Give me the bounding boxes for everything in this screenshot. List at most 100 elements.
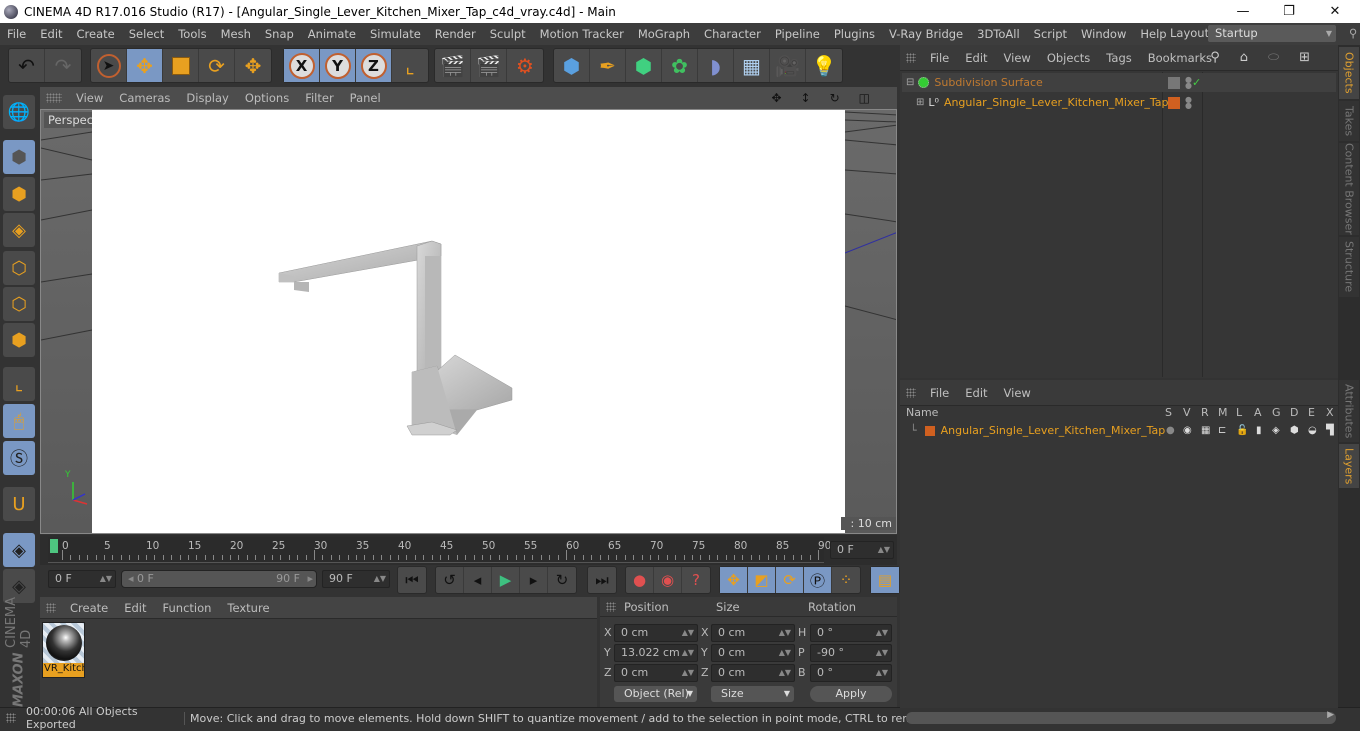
render-picture-viewer-icon[interactable]: 🎬: [471, 49, 507, 82]
view-eye-icon[interactable]: ◉: [1183, 425, 1192, 436]
object-name[interactable]: Subdivision Surface: [934, 76, 1042, 89]
deformer-bend-icon[interactable]: ◗: [698, 49, 734, 82]
menu-vray-bridge[interactable]: V-Ray Bridge: [882, 27, 970, 41]
visibility-dots-icon[interactable]: ● ●: [1185, 95, 1192, 109]
edges-mode-icon[interactable]: ⬡: [3, 287, 35, 321]
menu-create[interactable]: Create: [70, 27, 122, 41]
play-icon[interactable]: ▶: [492, 567, 520, 593]
texture-mode-icon[interactable]: ⬢: [3, 177, 35, 211]
subdivision-surface-icon[interactable]: ⬢: [626, 49, 662, 82]
object-name[interactable]: Angular_Single_Lever_Kitchen_Mixer_Tap: [944, 96, 1169, 109]
move-tool-icon[interactable]: ✥: [127, 49, 163, 82]
menu-mesh[interactable]: Mesh: [214, 27, 258, 41]
generator-icon[interactable]: ◈: [1272, 425, 1280, 436]
viewport-menu-options[interactable]: Options: [237, 91, 297, 105]
key-parameter-icon[interactable]: Ⓟ: [804, 567, 832, 593]
layer-tag-icon[interactable]: [1168, 76, 1180, 89]
manager-icon[interactable]: ⊏: [1218, 425, 1226, 436]
menu-select[interactable]: Select: [122, 27, 171, 41]
search-icon[interactable]: ⚲: [1342, 26, 1360, 40]
enabled-check-icon[interactable]: ✓: [1192, 76, 1201, 89]
search-icon[interactable]: ⚲: [1202, 50, 1232, 65]
menu-script[interactable]: Script: [1027, 27, 1074, 41]
collapse-icon[interactable]: ⊟: [906, 77, 914, 88]
layer-menu-file[interactable]: File: [922, 386, 957, 400]
home-icon[interactable]: ⌂: [1232, 50, 1260, 65]
menu-window[interactable]: Window: [1074, 27, 1133, 41]
obj-menu-edit[interactable]: Edit: [957, 51, 995, 65]
animation-icon[interactable]: ▮: [1256, 425, 1262, 436]
timeline-playhead[interactable]: [50, 539, 58, 553]
menu-motion-tracker[interactable]: Motion Tracker: [533, 27, 631, 41]
object-row[interactable]: ⊟ Subdivision Surface ● ● ✓: [902, 73, 1336, 92]
obj-menu-objects[interactable]: Objects: [1039, 51, 1098, 65]
camera-icon[interactable]: 🎥: [770, 49, 806, 82]
keyframe-selection-icon[interactable]: ?: [682, 567, 710, 593]
col-generators[interactable]: G: [1272, 406, 1281, 419]
make-editable-icon[interactable]: 🌐: [3, 95, 35, 129]
menu-tools[interactable]: Tools: [171, 27, 213, 41]
viewport-menu-display[interactable]: Display: [178, 91, 236, 105]
layer-row[interactable]: └ Angular_Single_Lever_Kitchen_Mixer_Tap…: [900, 422, 1338, 439]
scroll-right-arrow-icon[interactable]: ▶: [1327, 710, 1334, 720]
workplane-mode-icon[interactable]: ◈: [3, 213, 35, 247]
deformer-icon[interactable]: ⬢: [1290, 425, 1299, 436]
tab-layers[interactable]: Layers: [1339, 444, 1359, 488]
model-mode-icon[interactable]: ⬢: [3, 140, 35, 174]
obj-menu-view[interactable]: View: [996, 51, 1039, 65]
col-deformers[interactable]: D: [1290, 406, 1298, 419]
scale-tool-icon[interactable]: [163, 49, 199, 82]
menu-animate[interactable]: Animate: [301, 27, 363, 41]
col-view[interactable]: V: [1183, 406, 1191, 419]
timeline-ruler[interactable]: 0 5 10 15 20 25 30 35 40 45 50 55 60 65 70 75 80 85 90: [48, 537, 831, 563]
expression-icon[interactable]: ◒: [1308, 425, 1317, 436]
polygons-mode-icon[interactable]: ⬢: [3, 323, 35, 357]
viewport-menu-cameras[interactable]: Cameras: [111, 91, 178, 105]
layer-name[interactable]: Angular_Single_Lever_Kitchen_Mixer_Tap: [941, 424, 1166, 437]
next-frame-icon[interactable]: ▸: [520, 567, 548, 593]
tab-takes[interactable]: Takes: [1339, 101, 1359, 141]
cube-object-icon[interactable]: ⬢: [554, 49, 590, 82]
material-menu-texture[interactable]: Texture: [219, 601, 277, 615]
material-thumbnail[interactable]: VR_Kitch: [42, 622, 85, 678]
previous-frame-icon[interactable]: ◂: [464, 567, 492, 593]
horizontal-scrollbar[interactable]: ▶: [906, 710, 1336, 724]
position-x-field[interactable]: 0 cm ▲▼: [614, 624, 698, 642]
layer-color-icon[interactable]: [1168, 96, 1180, 109]
autokeying-icon[interactable]: ◉: [654, 567, 682, 593]
panel-grip[interactable]: [906, 52, 916, 63]
key-rotation-icon[interactable]: ⟳: [776, 567, 804, 593]
axis-mode-icon[interactable]: ⌞: [3, 367, 35, 401]
record-keys-icon[interactable]: ●: [626, 567, 654, 593]
tab-structure[interactable]: Structure: [1339, 237, 1359, 297]
menu-simulate[interactable]: Simulate: [363, 27, 428, 41]
layer-color-swatch[interactable]: [924, 425, 935, 436]
col-expressions[interactable]: E: [1308, 406, 1315, 419]
panel-grip[interactable]: [46, 602, 56, 613]
menu-character[interactable]: Character: [697, 27, 768, 41]
close-button[interactable]: ✕: [1312, 0, 1358, 23]
y-axis-lock-button[interactable]: Y: [320, 49, 356, 82]
xref-icon[interactable]: ▜: [1326, 425, 1334, 436]
new-window-icon[interactable]: ⊞: [1291, 50, 1322, 65]
workplane-lock-icon[interactable]: ◈: [3, 533, 35, 567]
3d-viewport[interactable]: Perspective Y : 10 cm: [40, 109, 897, 534]
panel-grip[interactable]: [906, 387, 916, 398]
apply-button[interactable]: Apply: [810, 686, 892, 702]
menu-render[interactable]: Render: [428, 27, 483, 41]
previous-key-icon[interactable]: ↺: [436, 567, 464, 593]
menu-plugins[interactable]: Plugins: [827, 27, 882, 41]
solo-mode-icon[interactable]: Ⓢ: [3, 441, 35, 475]
go-to-end-icon[interactable]: ⏭: [588, 567, 616, 593]
menu-snap[interactable]: Snap: [258, 27, 301, 41]
layer-menu-edit[interactable]: Edit: [957, 386, 995, 400]
minimize-button[interactable]: —: [1220, 0, 1266, 23]
render-settings-icon[interactable]: ⚙: [507, 49, 543, 82]
col-render[interactable]: R: [1201, 406, 1209, 419]
rotate-tool-icon[interactable]: ⟳: [199, 49, 235, 82]
coordinate-mode-dropdown[interactable]: Object (Rel) ▼: [614, 686, 697, 702]
tweak-mode-icon[interactable]: 🖱: [3, 404, 35, 438]
z-axis-lock-button[interactable]: Z: [356, 49, 392, 82]
size-mode-dropdown[interactable]: Size ▼: [711, 686, 794, 702]
viewport-menu-filter[interactable]: Filter: [297, 91, 341, 105]
